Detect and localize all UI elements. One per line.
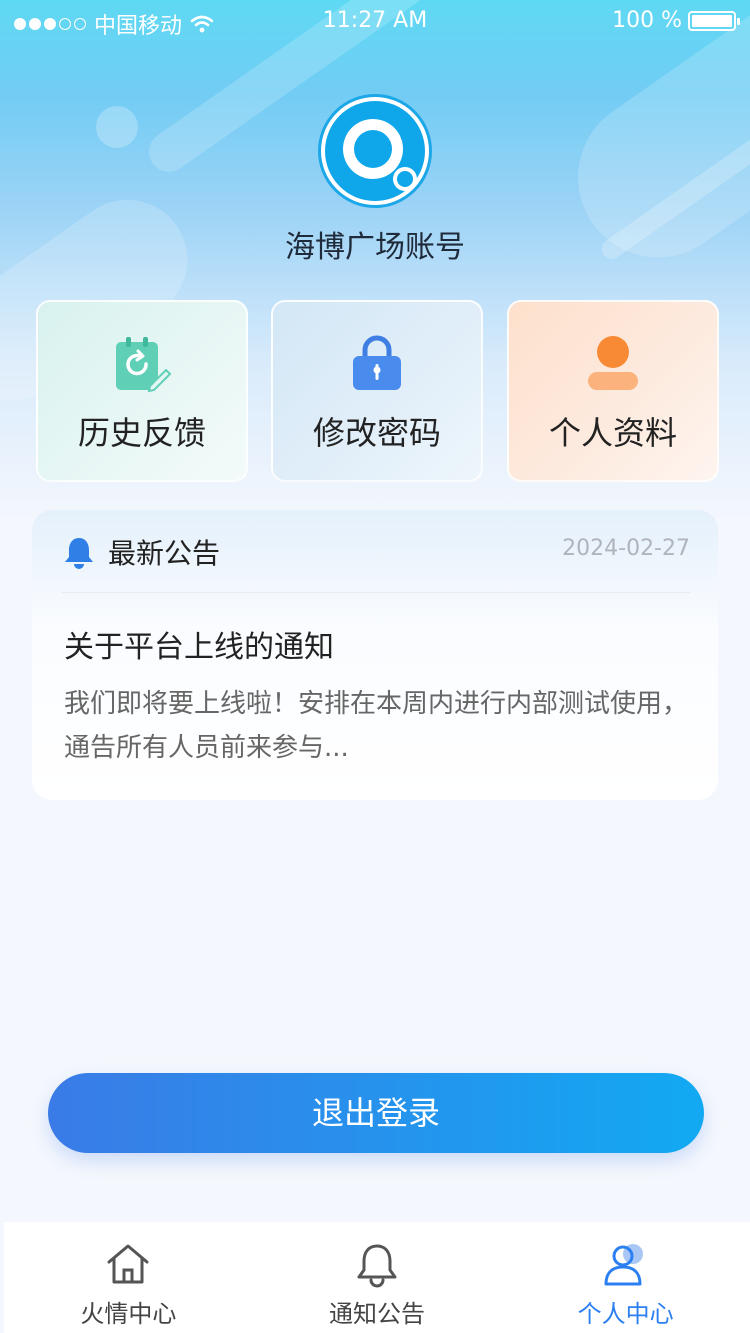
tab-notifications[interactable]: 通知公告 [253, 1222, 502, 1333]
user-icon [604, 1244, 643, 1286]
status-bar: 中国移动 11:27 AM 100 % [0, 0, 750, 42]
tab-personal-center[interactable]: 个人中心 [501, 1222, 750, 1333]
change-password-card[interactable]: 修改密码 [271, 300, 483, 482]
history-feedback-label: 历史反馈 [77, 414, 206, 452]
battery-percent: 100 % [612, 8, 682, 33]
tab-notifications-label: 通知公告 [329, 1300, 425, 1328]
home-icon [107, 1244, 149, 1284]
tab-bar: 火情中心 通知公告 个人中心 [4, 1222, 750, 1333]
bell-icon [357, 1244, 397, 1288]
tab-fire-center-label: 火情中心 [80, 1300, 177, 1328]
logout-button[interactable]: 退出登录 [48, 1073, 704, 1153]
change-password-label: 修改密码 [312, 414, 441, 452]
app-logo-icon [325, 101, 425, 201]
announcement-card[interactable]: 最新公告 2024-02-27 关于平台上线的通知 我们即将要上线啦！安排在本周… [32, 510, 718, 800]
avatar[interactable] [318, 94, 432, 208]
lock-icon [353, 335, 401, 390]
divider [62, 592, 690, 593]
personal-info-card[interactable]: 个人资料 [507, 300, 719, 482]
personal-info-label: 个人资料 [548, 414, 677, 452]
announcement-heading: 关于平台上线的通知 [64, 630, 334, 665]
announcement-date: 2024-02-27 [562, 536, 690, 561]
bell-icon [65, 538, 93, 569]
tab-personal-center-label: 个人中心 [577, 1300, 674, 1328]
announcement-body: 我们即将要上线啦！安排在本周内进行内部测试使用，通告所有人员前来参与... [64, 689, 689, 763]
user-icon [588, 336, 638, 390]
tab-fire-center[interactable]: 火情中心 [4, 1222, 253, 1333]
clipboard-refresh-icon [116, 337, 172, 392]
announcement-section-title: 最新公告 [108, 537, 221, 570]
battery-icon [688, 10, 740, 31]
history-feedback-card[interactable]: 历史反馈 [36, 300, 248, 482]
account-name: 海博广场账号 [285, 230, 465, 265]
